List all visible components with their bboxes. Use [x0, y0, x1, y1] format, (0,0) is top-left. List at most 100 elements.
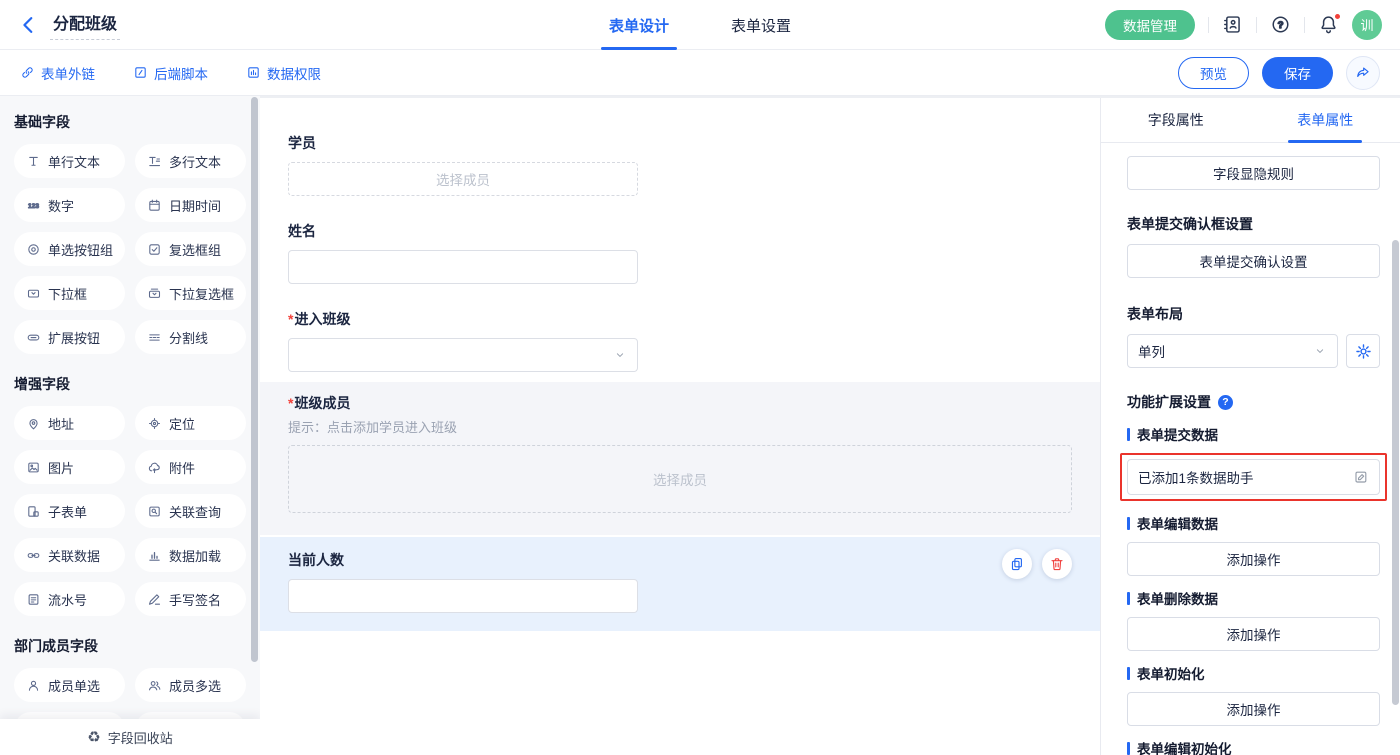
contact-book-icon[interactable]: [1222, 14, 1243, 35]
palette-item-subform[interactable]: 子表单: [14, 494, 125, 528]
signature-icon: [147, 592, 162, 607]
section-title-enhanced-fields: 增强字段: [14, 374, 246, 394]
group-form-edit-data: 表单编辑数据: [1127, 513, 1380, 533]
palette-item-radio-group[interactable]: 单选按钮组: [14, 232, 125, 266]
data-manage-button[interactable]: 数据管理: [1105, 10, 1195, 40]
palette-item-data-load[interactable]: 数据加载: [135, 538, 246, 572]
field-current-count-selected[interactable]: 当前人数: [260, 537, 1100, 631]
avatar[interactable]: 训: [1352, 10, 1382, 40]
palette-item-serial-number[interactable]: 流水号: [14, 582, 125, 616]
palette-item-address[interactable]: 地址: [14, 406, 125, 440]
backend-script-link[interactable]: 后端脚本: [133, 63, 208, 83]
name-input[interactable]: [288, 250, 638, 284]
palette-item-member-single[interactable]: 成员单选: [14, 668, 125, 702]
tab-form-properties[interactable]: 表单属性: [1251, 98, 1400, 142]
form-layout-row: 单列: [1127, 334, 1380, 368]
add-action-button-delete-data[interactable]: 添加操作: [1127, 617, 1380, 651]
field-name[interactable]: 姓名: [260, 222, 1100, 284]
enhanced-fields-grid: 地址 定位 图片 附件 子表单 关联查询 关联数据 数据加载 流水号 手写签名: [14, 406, 246, 616]
palette-item-signature[interactable]: 手写签名: [135, 582, 246, 616]
form-designer-app: 分配班级 表单设计 表单设置 数据管理 训 表单外链: [0, 0, 1400, 755]
submit-confirm-title: 表单提交确认框设置: [1127, 214, 1380, 234]
main-area: 基础字段 单行文本 多行文本 数字 日期时间 单选按钮组 复选框组 下拉框 下拉…: [0, 96, 1400, 755]
subform-icon: [26, 504, 41, 519]
image-icon: [26, 460, 41, 475]
panel-scrollbar[interactable]: [1392, 240, 1399, 705]
share-button[interactable]: [1346, 56, 1380, 90]
copy-field-button[interactable]: [1002, 549, 1032, 579]
class-select[interactable]: [288, 338, 638, 372]
tab-form-design[interactable]: 表单设计: [609, 0, 669, 50]
group-form-submit-data: 表单提交数据: [1127, 424, 1380, 444]
submit-confirm-button[interactable]: 表单提交确认设置: [1127, 244, 1380, 278]
form-external-link[interactable]: 表单外链: [20, 63, 95, 83]
palette-item-multi-line-text[interactable]: 多行文本: [135, 144, 246, 178]
palette-item-divider[interactable]: 分割线: [135, 320, 246, 354]
palette-item-extend-button[interactable]: 扩展按钮: [14, 320, 125, 354]
section-title-member-fields: 部门成员字段: [14, 636, 246, 656]
palette-item-checkbox-group[interactable]: 复选框组: [135, 232, 246, 266]
field-enter-class[interactable]: 进入班级: [260, 310, 1100, 372]
add-action-button-edit-data[interactable]: 添加操作: [1127, 542, 1380, 576]
link-icon: [20, 65, 35, 80]
layout-select[interactable]: 单列: [1127, 334, 1338, 368]
page-title[interactable]: 分配班级: [50, 10, 120, 40]
tab-form-settings[interactable]: 表单设置: [731, 0, 791, 50]
member-picker-wide[interactable]: 选择成员: [288, 445, 1072, 513]
field-recycle-bin[interactable]: ♻ 字段回收站: [0, 719, 260, 755]
location-icon: [147, 416, 162, 431]
palette-item-linked-data[interactable]: 关联数据: [14, 538, 125, 572]
current-count-input[interactable]: [288, 579, 638, 613]
preview-button[interactable]: 预览: [1178, 57, 1249, 89]
group-form-edit-init: 表单编辑初始化: [1127, 738, 1380, 755]
edit-icon[interactable]: [1353, 469, 1369, 485]
palette-item-lookup[interactable]: 关联查询: [135, 494, 246, 528]
back-icon[interactable]: [18, 14, 40, 36]
extension-settings-title: 功能扩展设置: [1127, 392, 1380, 412]
tab-field-properties[interactable]: 字段属性: [1101, 98, 1251, 142]
header-actions: 数据管理 训: [1105, 10, 1382, 40]
palette-item-number[interactable]: 数字: [14, 188, 125, 222]
palette-item-multi-select[interactable]: 下拉复选框: [135, 276, 246, 310]
form-layout-title: 表单布局: [1127, 304, 1380, 324]
help-icon[interactable]: [1218, 395, 1233, 410]
chevron-down-icon: [613, 348, 627, 362]
form-canvas: 学员 选择成员 姓名 进入班级 班级成员 提示：点击添加学员进入班级 选择成员 …: [260, 98, 1100, 755]
delete-field-button[interactable]: [1042, 549, 1072, 579]
basic-fields-grid: 单行文本 多行文本 数字 日期时间 单选按钮组 复选框组 下拉框 下拉复选框 扩…: [14, 144, 246, 354]
palette-item-single-line-text[interactable]: 单行文本: [14, 144, 125, 178]
notification-bell[interactable]: [1318, 14, 1339, 35]
save-button[interactable]: 保存: [1262, 57, 1333, 89]
properties-panel: 字段属性 表单属性 字段显隐规则 表单提交确认框设置 表单提交确认设置 表单布局…: [1100, 98, 1400, 755]
lookup-icon: [147, 504, 162, 519]
add-action-button-init[interactable]: 添加操作: [1127, 692, 1380, 726]
field-class-members[interactable]: 班级成员 提示：点击添加学员进入班级 选择成员: [260, 382, 1100, 535]
recycle-icon: ♻: [87, 730, 100, 745]
properties-tabs: 字段属性 表单属性: [1101, 98, 1400, 143]
palette-item-member-multi[interactable]: 成员多选: [135, 668, 246, 702]
divider: [1208, 17, 1209, 33]
palette-item-select[interactable]: 下拉框: [14, 276, 125, 310]
radio-group-icon: [26, 242, 41, 257]
divider: [1256, 17, 1257, 33]
data-permission-link[interactable]: 数据权限: [246, 63, 321, 83]
member-picker[interactable]: 选择成员: [288, 162, 638, 196]
data-assistant-configured-item[interactable]: 已添加1条数据助手: [1127, 459, 1380, 495]
notification-dot: [1334, 13, 1341, 20]
sidebar-scrollbar[interactable]: [251, 97, 258, 662]
form-toolbar: 表单外链 后端脚本 数据权限 预览 保存: [0, 50, 1400, 96]
palette-item-image[interactable]: 图片: [14, 450, 125, 484]
layout-settings-button[interactable]: [1346, 334, 1380, 368]
member-single-icon: [26, 678, 41, 693]
palette-item-location[interactable]: 定位: [135, 406, 246, 440]
app-header: 分配班级 表单设计 表单设置 数据管理 训: [0, 0, 1400, 50]
field-student[interactable]: 学员 选择成员: [260, 134, 1100, 196]
palette-item-datetime[interactable]: 日期时间: [135, 188, 246, 222]
field-label: 当前人数: [288, 551, 1072, 569]
palette-item-attachment[interactable]: 附件: [135, 450, 246, 484]
field-visibility-rules-button[interactable]: 字段显隐规则: [1127, 156, 1380, 190]
divider-icon: [147, 330, 162, 345]
help-icon[interactable]: [1270, 14, 1291, 35]
serial-number-icon: [26, 592, 41, 607]
group-form-delete-data: 表单删除数据: [1127, 588, 1380, 608]
